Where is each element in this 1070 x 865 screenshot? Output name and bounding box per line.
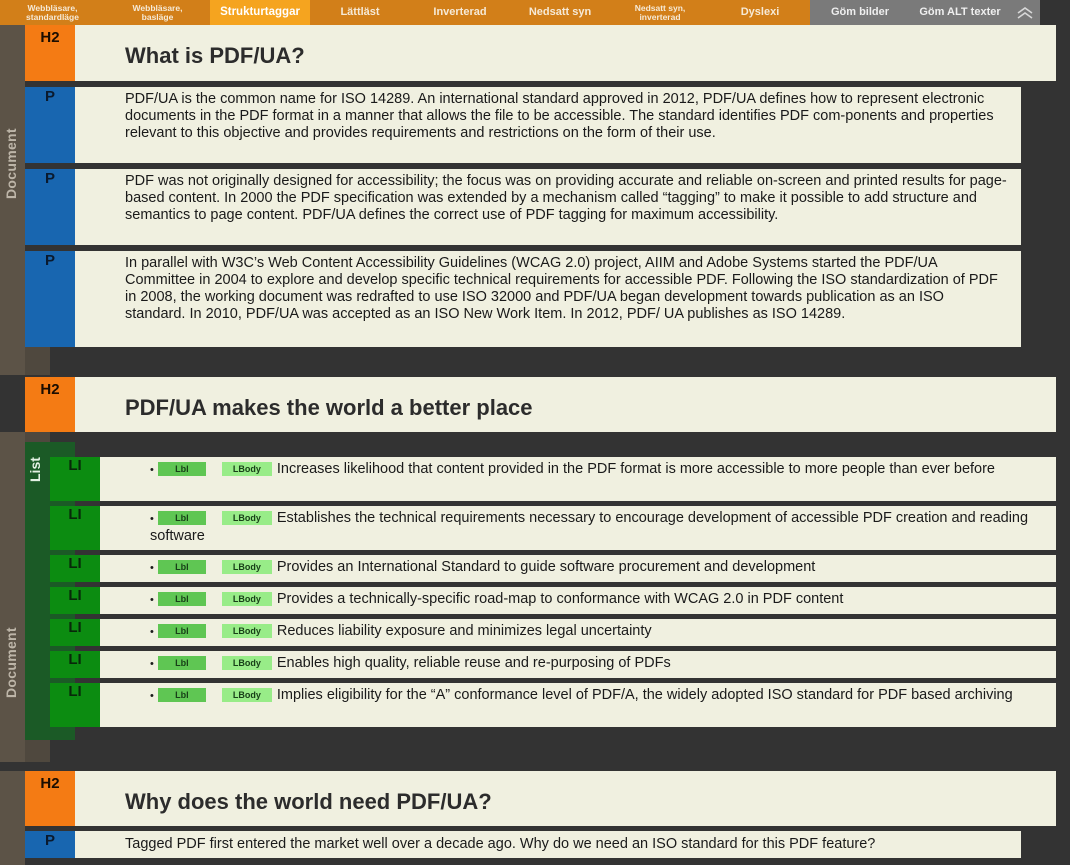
toolbar-button-3[interactable]: Lättläst xyxy=(310,0,410,25)
section-heading-block: H2 What is PDF/UA? xyxy=(25,25,1056,81)
li-tag: LI xyxy=(50,506,100,550)
view-mode-toolbar: Webbläsare, standardläge Webbläsare, basl… xyxy=(0,0,1040,25)
list-item-body: • Lbl LBody Establishes the technical requi… xyxy=(150,510,1036,545)
lbody-badge: LBody xyxy=(221,592,272,606)
list-item-text: Provides a technically-specific road-map… xyxy=(276,591,844,607)
list-item-body: • Lbl LBody Reduces liability exposure and … xyxy=(150,623,1036,641)
document-structure-column-2 xyxy=(0,432,25,762)
list-label: List xyxy=(27,457,43,482)
list-item-text: Enables high quality, reliable reuse and… xyxy=(276,655,671,671)
list-item-text: Provides an International Standard to gu… xyxy=(276,559,816,575)
lbody-badge: LBody xyxy=(221,624,272,638)
li-tag: LI xyxy=(50,587,100,614)
section-heading: PDF/UA makes the world a better place xyxy=(125,395,533,420)
h2-tag: H2 xyxy=(25,771,75,826)
list-item: LI • Lbl LBody Increases likelihood that con… xyxy=(50,457,1056,501)
paragraph-text: PDF/UA is the common name for ISO 14289.… xyxy=(125,91,994,141)
document-structure-column xyxy=(0,25,25,375)
paragraph-text: PDF was not originally designed for acce… xyxy=(125,173,1007,223)
lbody-badge: LBody xyxy=(221,560,272,574)
lbody-badge: LBody xyxy=(221,511,272,525)
li-tag: LI xyxy=(50,555,100,582)
lbody-badge: LBody xyxy=(221,656,272,670)
p-tag: P xyxy=(25,169,75,245)
toolbar-button-8[interactable]: Göm bilder xyxy=(810,0,910,25)
list-item: LI • Lbl LBody Establishes the technical req… xyxy=(50,506,1056,550)
paragraph-block: P Tagged PDF first entered the market wel… xyxy=(25,831,1021,858)
list-item: LI • Lbl LBody Provides an International Sta… xyxy=(50,555,1056,582)
section-heading: What is PDF/UA? xyxy=(125,43,305,68)
toolbar-button-2[interactable]: Strukturtaggar xyxy=(210,0,310,25)
lbody-badge: LBody xyxy=(221,462,272,476)
list-item-body: • Lbl LBody Implies eligibility for the “A”… xyxy=(150,687,1036,705)
paragraph-text: In parallel with W3C’s Web Content Acces… xyxy=(125,255,998,322)
document-structure-column-3 xyxy=(0,771,25,865)
lbl-badge: Lbl xyxy=(157,688,206,702)
list-item-body: • Lbl LBody Provides an International Stand… xyxy=(150,559,1036,577)
list-item: LI • Lbl LBody Enables high quality, reliabl… xyxy=(50,651,1056,678)
bullet-icon: • xyxy=(150,594,154,606)
list-item: LI • Lbl LBody Implies eligibility for the “… xyxy=(50,683,1056,727)
bullet-icon: • xyxy=(150,562,154,574)
list-item-body: • Lbl LBody Enables high quality, reliable … xyxy=(150,655,1036,673)
paragraph-text: Tagged PDF first entered the market well… xyxy=(125,836,876,852)
h2-tag: H2 xyxy=(25,377,75,432)
double-chevron-up-icon[interactable] xyxy=(1010,0,1040,25)
toolbar-button-0[interactable]: Webbläsare, standardläge xyxy=(0,0,105,25)
toolbar-button-7[interactable]: Dyslexi xyxy=(710,0,810,25)
h2-tag: H2 xyxy=(25,25,75,81)
lbl-badge: Lbl xyxy=(157,511,206,525)
paragraph-block: P PDF was not originally designed for acc… xyxy=(25,169,1021,245)
list-item-text: Establishes the technical requirements n… xyxy=(150,510,1029,544)
list-item: LI • Lbl LBody Provides a technically-specif… xyxy=(50,587,1056,614)
li-tag: LI xyxy=(50,457,100,501)
list-item-text: Reduces liability exposure and minimizes… xyxy=(276,623,652,639)
lbl-badge: Lbl xyxy=(157,462,206,476)
paragraph-block: P In parallel with W3C’s Web Content Acce… xyxy=(25,251,1021,347)
document-label-2: Document xyxy=(3,627,19,698)
lbl-badge: Lbl xyxy=(157,592,206,606)
bullet-icon: • xyxy=(150,658,154,670)
list-item-body: • Lbl LBody Provides a technically-specific… xyxy=(150,591,1036,609)
p-tag: P xyxy=(25,251,75,347)
document-label: Document xyxy=(3,128,19,199)
bullet-icon: • xyxy=(150,464,154,476)
list-item-text: Increases likelihood that content provid… xyxy=(276,461,995,477)
list-item: LI • Lbl LBody Reduces liability exposure an… xyxy=(50,619,1056,646)
document-structure-column-inner xyxy=(25,347,50,375)
section-heading-block: H2 Why does the world need PDF/UA? xyxy=(25,771,1056,826)
section-heading: Why does the world need PDF/UA? xyxy=(125,789,492,814)
toolbar-button-4[interactable]: Inverterad xyxy=(410,0,510,25)
lbl-badge: Lbl xyxy=(157,656,206,670)
li-tag: LI xyxy=(50,651,100,678)
toolbar-button-1[interactable]: Webbläsare, basläge xyxy=(105,0,210,25)
lbl-badge: Lbl xyxy=(157,624,206,638)
li-tag: LI xyxy=(50,619,100,646)
p-tag: P xyxy=(25,831,75,858)
toolbar-button-6[interactable]: Nedsatt syn, inverterad xyxy=(610,0,710,25)
paragraph-block: P PDF/UA is the common name for ISO 14289… xyxy=(25,87,1021,163)
p-tag: P xyxy=(25,87,75,163)
bullet-icon: • xyxy=(150,690,154,702)
bullet-icon: • xyxy=(150,513,154,525)
bullet-icon: • xyxy=(150,626,154,638)
li-tag: LI xyxy=(50,683,100,727)
list-item-body: • Lbl LBody Increases likelihood that conte… xyxy=(150,461,1036,479)
lbody-badge: LBody xyxy=(221,688,272,702)
lbl-badge: Lbl xyxy=(157,560,206,574)
toolbar-button-9[interactable]: Göm ALT texter xyxy=(910,0,1010,25)
toolbar-button-5[interactable]: Nedsatt syn xyxy=(510,0,610,25)
list-item-text: Implies eligibility for the “A” conforma… xyxy=(276,687,1013,703)
section-heading-block: H2 PDF/UA makes the world a better place xyxy=(25,377,1056,432)
